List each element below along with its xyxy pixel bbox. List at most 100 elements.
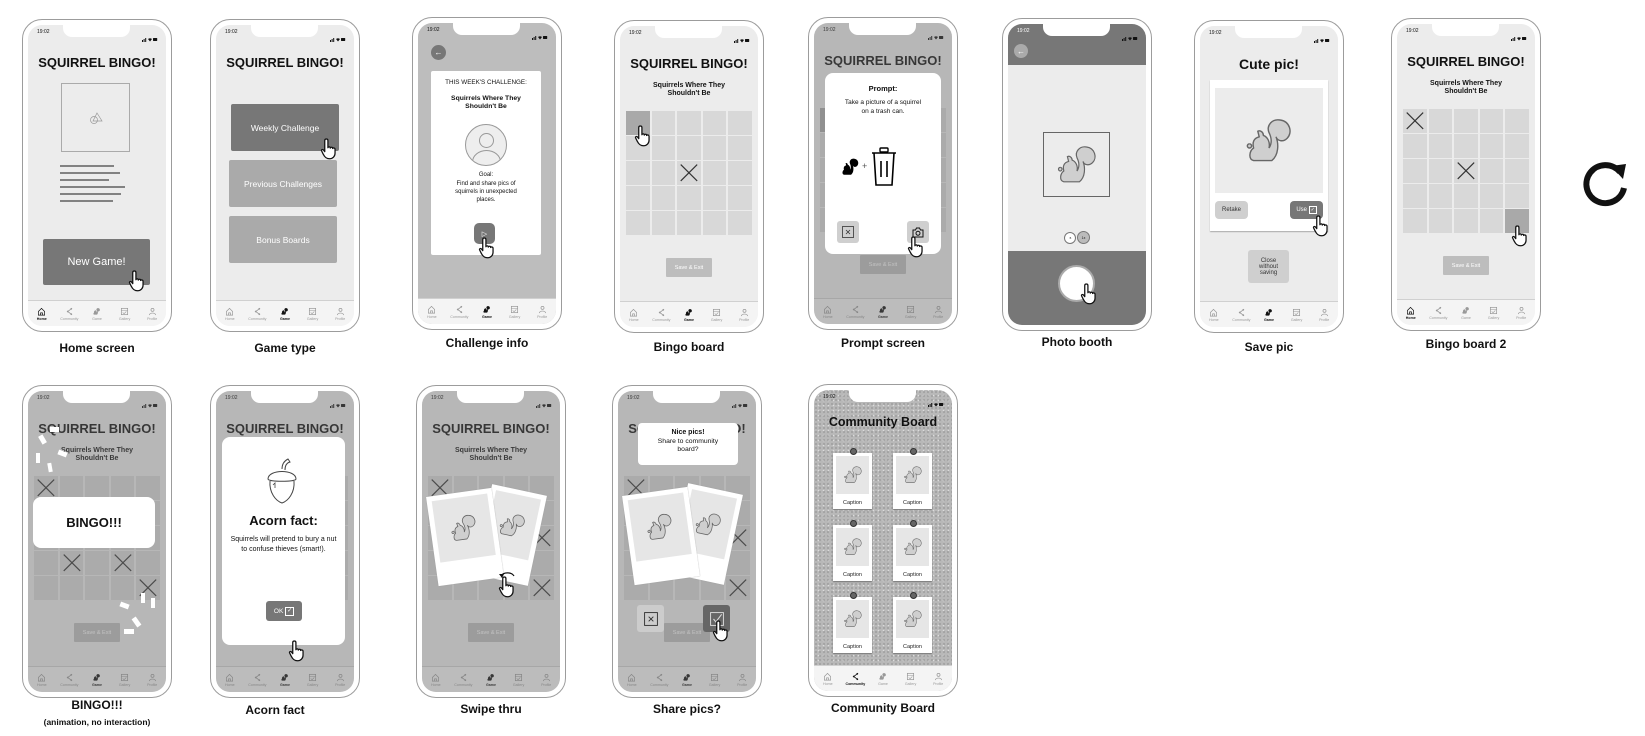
bingo-cell[interactable] xyxy=(1403,184,1427,208)
bingo-cell[interactable] xyxy=(677,111,701,135)
bingo-cell[interactable] xyxy=(1479,109,1504,133)
nav-item-game[interactable]: Game xyxy=(473,299,501,324)
bingo-cell[interactable] xyxy=(1454,109,1478,133)
nav-item-home[interactable]: Home xyxy=(28,301,56,326)
bingo-cell[interactable] xyxy=(1403,134,1427,158)
nav-item-gallery[interactable]: Gallery xyxy=(703,302,731,327)
bingo-cell[interactable] xyxy=(626,186,650,210)
nav-item-profile[interactable]: Profile xyxy=(1310,302,1338,327)
nav-item-game[interactable]: Game xyxy=(869,666,897,691)
bingo-cell[interactable] xyxy=(1428,159,1453,183)
bingo-cell[interactable] xyxy=(1505,184,1529,208)
nav-item-game[interactable]: Game xyxy=(271,301,299,326)
nav-item-profile[interactable]: Profile xyxy=(528,299,556,324)
bingo-cell[interactable] xyxy=(1403,159,1427,183)
nav-item-gallery[interactable]: Gallery xyxy=(897,666,925,691)
nav-item-community[interactable]: Community xyxy=(1425,300,1453,325)
bingo-cell[interactable] xyxy=(728,111,752,135)
nav-item-gallery[interactable]: Gallery xyxy=(1283,302,1311,327)
bingo-cell[interactable] xyxy=(1454,184,1478,208)
bingo-cell[interactable] xyxy=(728,161,752,185)
nav-item-community[interactable]: Community xyxy=(244,301,272,326)
bingo-cell[interactable] xyxy=(1403,209,1427,233)
nav-item-community[interactable]: Community xyxy=(1228,302,1256,327)
bingo-cell[interactable] xyxy=(677,186,701,210)
nav-item-profile[interactable]: Profile xyxy=(326,301,354,326)
save-exit-button[interactable]: Save & Exit xyxy=(1443,256,1489,275)
nav-item-game[interactable]: Game xyxy=(675,302,703,327)
nav-item-gallery[interactable]: Gallery xyxy=(1480,300,1508,325)
bingo-cell[interactable] xyxy=(651,111,676,135)
community-post[interactable]: Caption xyxy=(833,592,872,653)
close-without-saving-button[interactable]: Close without saving xyxy=(1248,250,1289,283)
community-post[interactable]: Caption xyxy=(893,592,932,653)
nav-item-profile[interactable]: Profile xyxy=(730,302,758,327)
bingo-cell[interactable] xyxy=(1454,134,1478,158)
nav-item-home[interactable]: Home xyxy=(1397,300,1425,325)
nav-item-gallery[interactable]: Gallery xyxy=(299,301,327,326)
nav-item-profile[interactable]: Profile xyxy=(138,301,166,326)
bingo-cell[interactable] xyxy=(1428,184,1453,208)
bingo-cell[interactable] xyxy=(626,211,650,235)
retake-button[interactable]: Retake xyxy=(1215,201,1248,219)
bingo-cell[interactable] xyxy=(1505,159,1529,183)
nav-item-home[interactable]: Home xyxy=(418,299,446,324)
bingo-cell[interactable] xyxy=(1479,209,1504,233)
bingo-cell-marked[interactable] xyxy=(1454,159,1478,183)
ok-button[interactable]: OK ✓ xyxy=(266,601,302,621)
bingo-cell[interactable] xyxy=(728,136,752,160)
decline-share-button[interactable] xyxy=(637,605,664,632)
bingo-cell[interactable] xyxy=(728,211,752,235)
cancel-button[interactable] xyxy=(837,221,859,243)
community-post[interactable]: Caption xyxy=(833,520,872,581)
nav-item-community[interactable]: Community xyxy=(446,299,474,324)
nav-item-home[interactable]: Home xyxy=(1200,302,1228,327)
bingo-cell[interactable] xyxy=(728,186,752,210)
bingo-cell[interactable] xyxy=(1428,209,1453,233)
bingo-cell[interactable] xyxy=(1454,209,1478,233)
nav-item-gallery[interactable]: Gallery xyxy=(501,299,529,324)
bingo-cell[interactable] xyxy=(651,161,676,185)
nav-item-game[interactable]: Game xyxy=(1452,300,1480,325)
community-post[interactable]: Caption xyxy=(833,448,872,509)
back-button[interactable]: ← xyxy=(431,45,446,60)
bingo-cell[interactable] xyxy=(1479,159,1504,183)
bingo-cell[interactable] xyxy=(677,211,701,235)
bonus-boards-button[interactable]: Bonus Boards xyxy=(229,216,337,263)
nav-item-community[interactable]: Community xyxy=(648,302,676,327)
bingo-cell[interactable] xyxy=(702,136,727,160)
nav-item-game[interactable]: Game xyxy=(1255,302,1283,327)
nav-item-profile[interactable]: Profile xyxy=(924,666,952,691)
nav-item-gallery[interactable]: Gallery xyxy=(111,301,139,326)
community-post[interactable]: Caption xyxy=(893,520,932,581)
nav-item-community[interactable]: Community xyxy=(56,301,84,326)
bingo-cell[interactable] xyxy=(651,211,676,235)
nav-item-profile[interactable]: Profile xyxy=(1507,300,1535,325)
bingo-cell[interactable] xyxy=(1505,109,1529,133)
bingo-cell[interactable] xyxy=(677,136,701,160)
zoom-option-half[interactable]: .5 xyxy=(1064,232,1076,244)
bingo-cell[interactable] xyxy=(1505,134,1529,158)
bingo-cell[interactable] xyxy=(702,111,727,135)
bingo-cell[interactable] xyxy=(702,211,727,235)
zoom-option-1x[interactable]: 1x xyxy=(1077,231,1090,244)
bingo-cell[interactable] xyxy=(702,186,727,210)
bingo-cell[interactable] xyxy=(651,136,676,160)
bingo-cell[interactable] xyxy=(702,161,727,185)
bingo-cell-marked[interactable] xyxy=(677,161,701,185)
bingo-cell[interactable] xyxy=(1479,134,1504,158)
bingo-cell[interactable] xyxy=(1428,109,1453,133)
nav-item-home[interactable]: Home xyxy=(620,302,648,327)
nav-item-community[interactable]: Community xyxy=(842,666,870,691)
back-button[interactable]: ← xyxy=(1014,44,1028,58)
bingo-cell[interactable] xyxy=(1479,184,1504,208)
bingo-cell[interactable] xyxy=(1428,134,1453,158)
nav-item-home[interactable]: Home xyxy=(216,301,244,326)
save-exit-button[interactable]: Save & Exit xyxy=(666,258,712,277)
previous-challenges-button[interactable]: Previous Challenges xyxy=(229,160,337,207)
bingo-cell[interactable] xyxy=(626,161,650,185)
bingo-cell[interactable] xyxy=(651,186,676,210)
bingo-cell-marked[interactable] xyxy=(1403,109,1427,133)
nav-item-game[interactable]: Game xyxy=(83,301,111,326)
nav-item-home[interactable]: Home xyxy=(814,666,842,691)
